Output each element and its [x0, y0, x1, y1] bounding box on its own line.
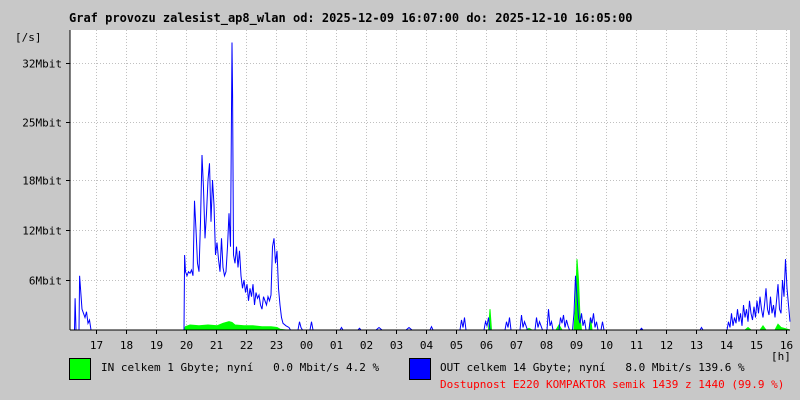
- x-tick-label: 09: [570, 339, 583, 352]
- out-legend-swatch: [409, 358, 431, 380]
- x-axis-unit: [h]: [771, 350, 791, 363]
- x-tick-label: 01: [330, 339, 343, 352]
- y-tick-label: 25Mbit: [22, 117, 62, 130]
- availability-text: Dostupnost E220 KOMPAKTOR semik 1439 z 1…: [440, 378, 785, 391]
- x-tick-label: 03: [390, 339, 403, 352]
- y-tick-label: 6Mbit: [29, 275, 62, 288]
- in-legend-swatch: [69, 358, 91, 380]
- x-tick-label: 02: [360, 339, 373, 352]
- x-tick-label: 10: [600, 339, 613, 352]
- traffic-chart: 6Mbit 12Mbit 18Mbit 25Mbit 32Mbit 17 18 19 20 21 2…: [22, 30, 793, 352]
- x-tick-label: 22: [240, 339, 253, 352]
- out-legend-label: OUT celkem 14 Gbyte; nyní 8.0 Mbit/s 139…: [440, 361, 745, 374]
- x-tick-label: 15: [750, 339, 763, 352]
- x-tick-label: 14: [720, 339, 734, 352]
- y-tick-label: 12Mbit: [22, 225, 62, 238]
- x-tick-label: 18: [120, 339, 133, 352]
- x-tick-label: 23: [270, 339, 283, 352]
- x-tick-label: 11: [630, 339, 643, 352]
- x-tick-label: 13: [690, 339, 703, 352]
- y-tick-label: 32Mbit: [22, 58, 62, 71]
- x-tick-label: 19: [150, 339, 163, 352]
- x-tick-label: 06: [480, 339, 493, 352]
- in-legend-label: IN celkem 1 Gbyte; nyní 0.0 Mbit/s 4.2 %: [101, 361, 380, 374]
- x-tick-label: 07: [510, 339, 523, 352]
- x-tick-label: 04: [420, 339, 434, 352]
- x-tick-label: 12: [660, 339, 673, 352]
- x-tick-label: 20: [180, 339, 193, 352]
- y-tick-label: 18Mbit: [22, 175, 62, 188]
- x-tick-label: 08: [540, 339, 553, 352]
- x-tick-label: 00: [300, 339, 313, 352]
- x-tick-label: 17: [90, 339, 103, 352]
- x-tick-label: 05: [450, 339, 463, 352]
- x-tick-label: 21: [210, 339, 223, 352]
